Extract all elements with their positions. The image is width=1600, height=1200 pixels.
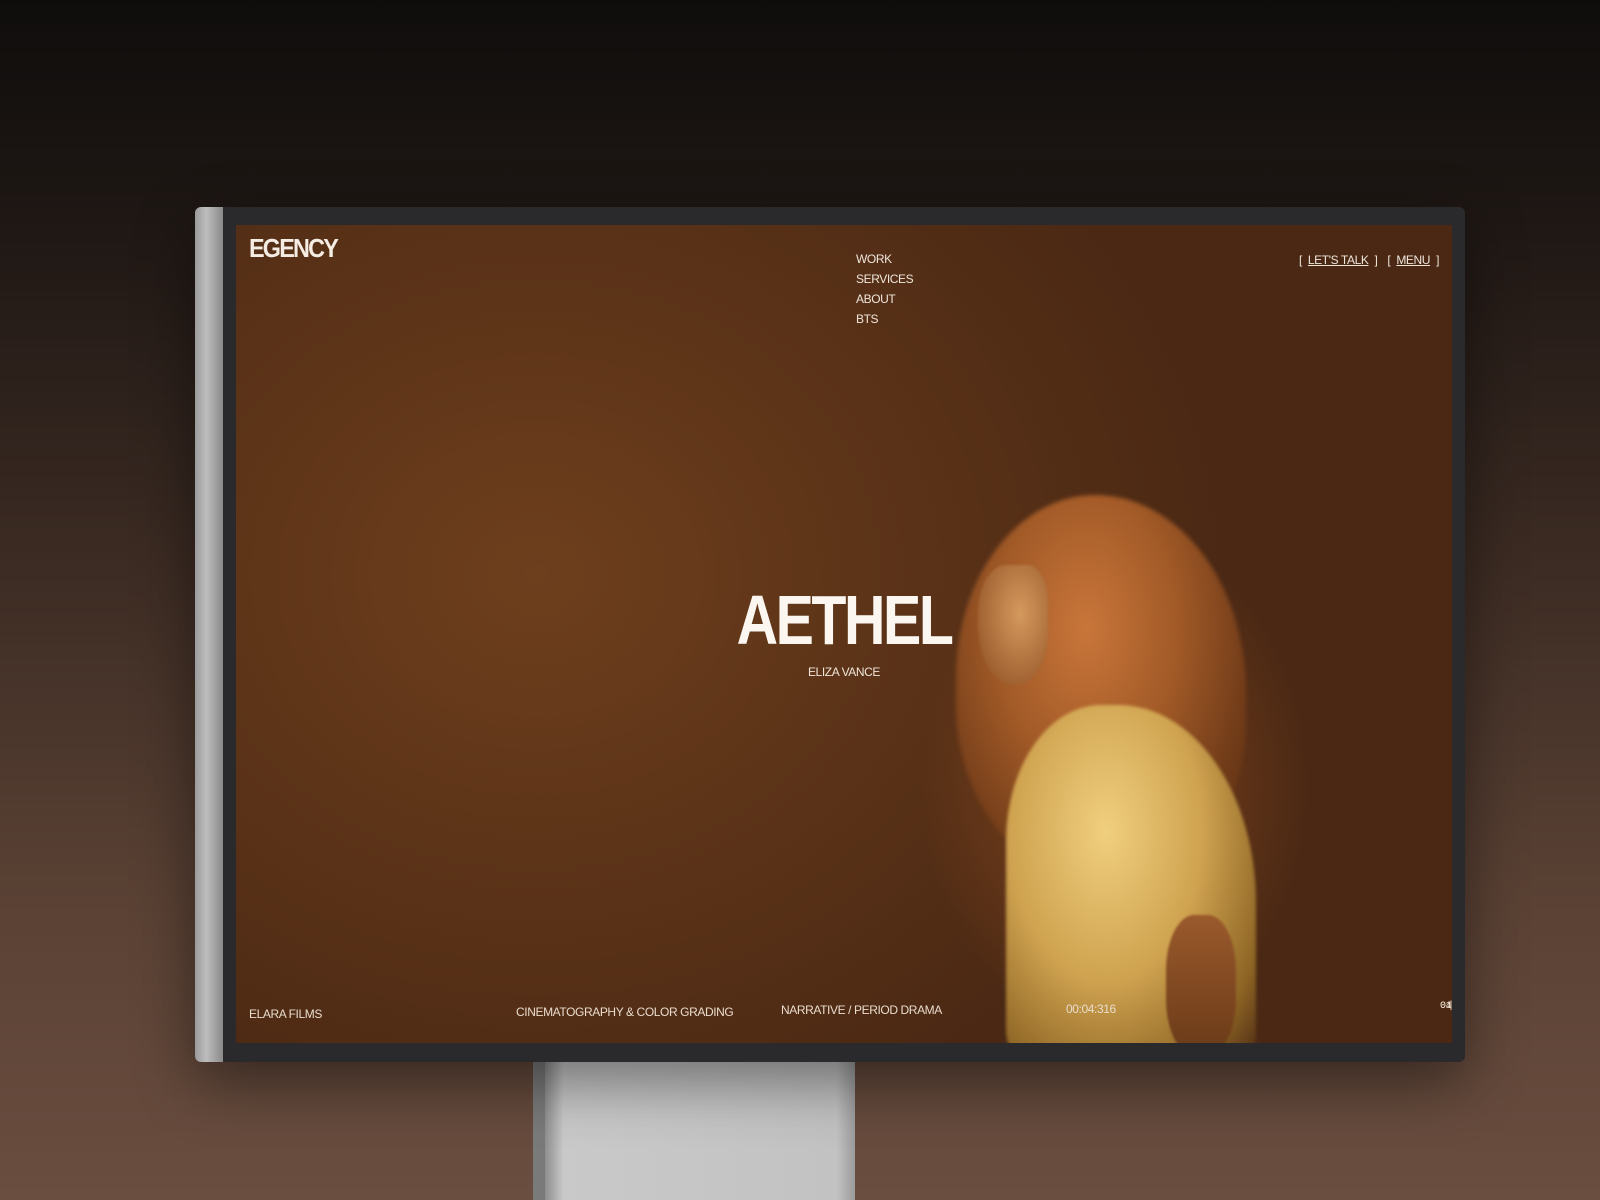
- nav-item-about[interactable]: ABOUT: [856, 289, 913, 309]
- menu-button[interactable]: [ MENU]: [1387, 253, 1439, 267]
- footer-services: CINEMATOGRAPHY & COLOR GRADING: [516, 1005, 734, 1019]
- nav-item-work[interactable]: WORK: [856, 249, 913, 269]
- project-footer: ELARA FILMS CINEMATOGRAPHY & COLOR GRADI…: [236, 1001, 1452, 1023]
- header-actions: [ LET'S TALK] [ MENU]: [1299, 253, 1439, 267]
- bracket-close: ]: [1374, 253, 1378, 267]
- lets-talk-button[interactable]: [ LET'S TALK]: [1298, 253, 1378, 267]
- hero-image-arm: [1166, 915, 1236, 1043]
- monitor-stand: [545, 1050, 855, 1200]
- footer-client: ELARA FILMS: [249, 1007, 322, 1021]
- footer-genre: NARRATIVE / PERIOD DRAMA: [781, 1003, 942, 1017]
- hero-subtitle: ELIZA VANCE: [807, 665, 881, 679]
- main-nav: WORK SERVICES ABOUT BTS: [856, 249, 914, 329]
- nav-item-bts[interactable]: BTS: [856, 309, 913, 329]
- bracket-open: [: [1387, 253, 1391, 267]
- pager-total: 04: [1440, 1001, 1452, 1012]
- site-logo[interactable]: EGENCY: [249, 233, 339, 264]
- bracket-open: [: [1298, 253, 1302, 267]
- footer-timecode: 00:04:316: [1066, 1002, 1116, 1016]
- monitor-side-edge: [195, 207, 223, 1062]
- menu-label: MENU: [1396, 253, 1431, 267]
- bracket-close: ]: [1436, 253, 1439, 267]
- nav-item-services[interactable]: SERVICES: [856, 269, 914, 289]
- hero-title: AETHEL: [736, 581, 954, 659]
- lets-talk-label: LET'S TALK: [1307, 253, 1369, 267]
- website-screen: EGENCY WORK SERVICES ABOUT BTS [ LET'S TA…: [236, 225, 1452, 1043]
